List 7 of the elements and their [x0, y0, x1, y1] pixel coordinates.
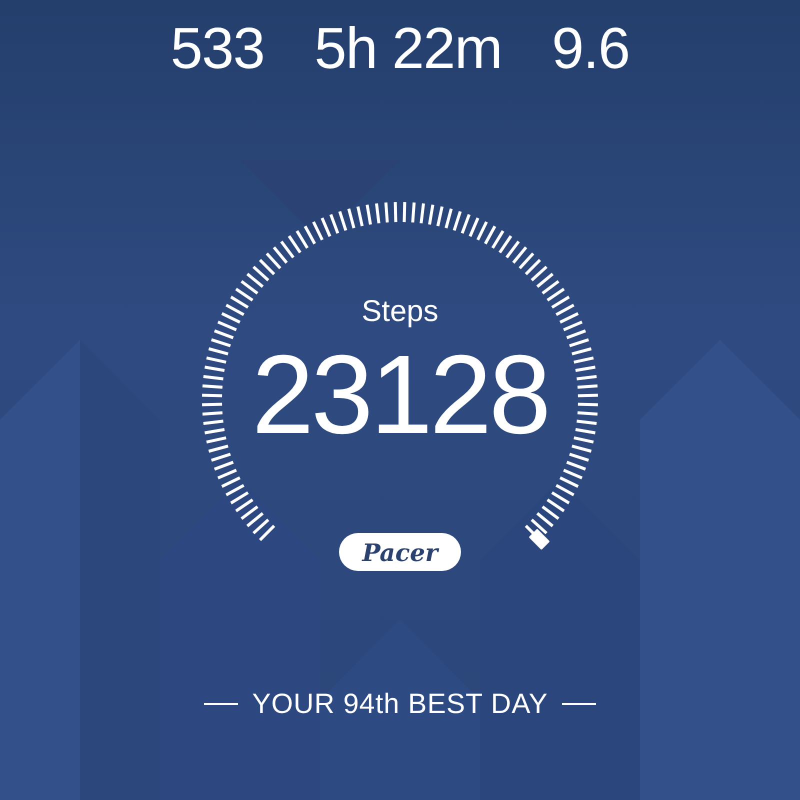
steps-label: Steps — [362, 295, 438, 329]
stat-value: 9.6 — [552, 20, 630, 78]
steps-count: 23128 — [252, 339, 548, 451]
best-day-rank: YOUR 94th BEST DAY — [252, 688, 548, 720]
stat-value: 5h 22m — [314, 20, 502, 78]
pacer-logo: Pacer — [339, 533, 461, 571]
stat-value: 533 — [170, 20, 264, 78]
